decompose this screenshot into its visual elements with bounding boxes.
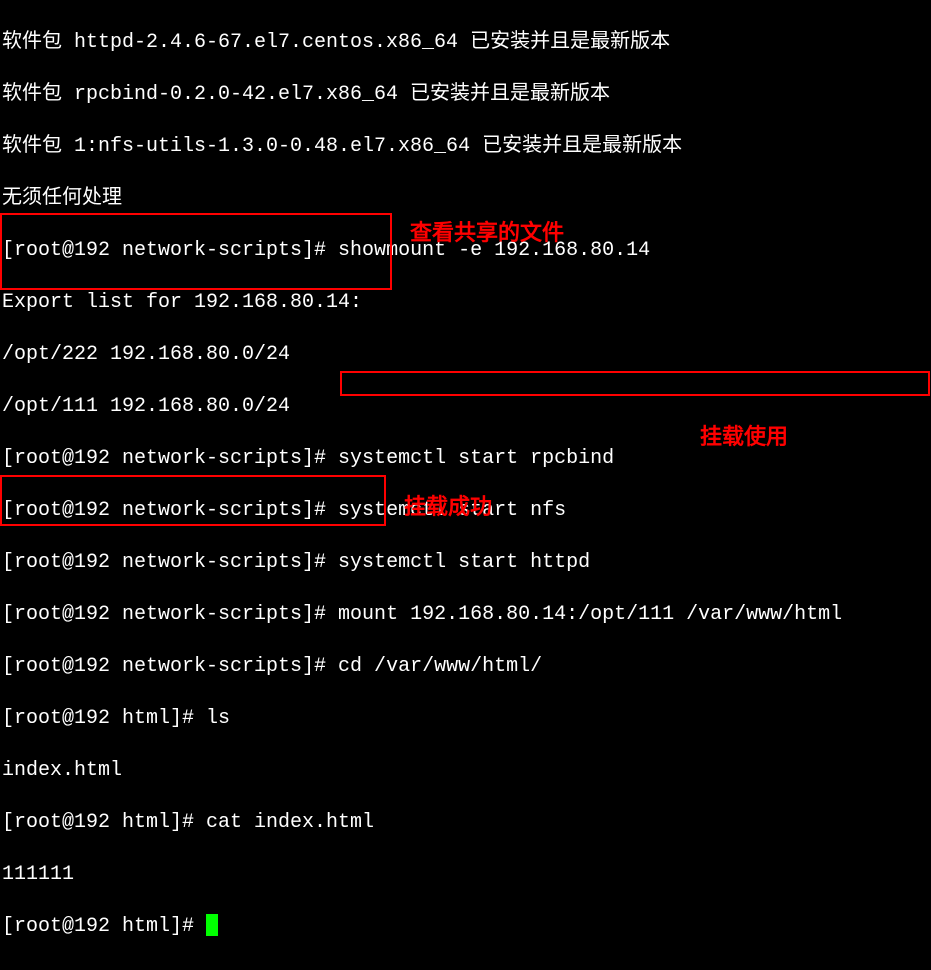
- cursor-icon: [206, 914, 218, 936]
- cmd-start-nfs: [root@192 network-scripts]# systemctl st…: [2, 498, 929, 524]
- cmd-cat: [root@192 html]# cat index.html: [2, 810, 929, 836]
- terminal-output: 软件包 httpd-2.4.6-67.el7.centos.x86_64 已安装…: [0, 0, 931, 970]
- prompt-text: [root@192 html]#: [2, 915, 206, 938]
- pkg-line-rpcbind: 软件包 rpcbind-0.2.0-42.el7.x86_64 已安装并且是最新…: [2, 82, 929, 108]
- ls-output: index.html: [2, 758, 929, 784]
- cmd-mount: [root@192 network-scripts]# mount 192.16…: [2, 602, 929, 628]
- pkg-line-httpd: 软件包 httpd-2.4.6-67.el7.centos.x86_64 已安装…: [2, 30, 929, 56]
- cmd-cd: [root@192 network-scripts]# cd /var/www/…: [2, 654, 929, 680]
- cmd-start-rpcbind: [root@192 network-scripts]# systemctl st…: [2, 446, 929, 472]
- export-111: /opt/111 192.168.80.0/24: [2, 394, 929, 420]
- cmd-ls: [root@192 html]# ls: [2, 706, 929, 732]
- no-action-line: 无须任何处理: [2, 186, 929, 212]
- pkg-line-nfs-utils: 软件包 1:nfs-utils-1.3.0-0.48.el7.x86_64 已安…: [2, 134, 929, 160]
- export-222: /opt/222 192.168.80.0/24: [2, 342, 929, 368]
- export-list-header: Export list for 192.168.80.14:: [2, 290, 929, 316]
- cmd-showmount: [root@192 network-scripts]# showmount -e…: [2, 238, 929, 264]
- cmd-start-httpd: [root@192 network-scripts]# systemctl st…: [2, 550, 929, 576]
- cat-output: 111111: [2, 862, 929, 888]
- prompt-current[interactable]: [root@192 html]#: [2, 914, 929, 940]
